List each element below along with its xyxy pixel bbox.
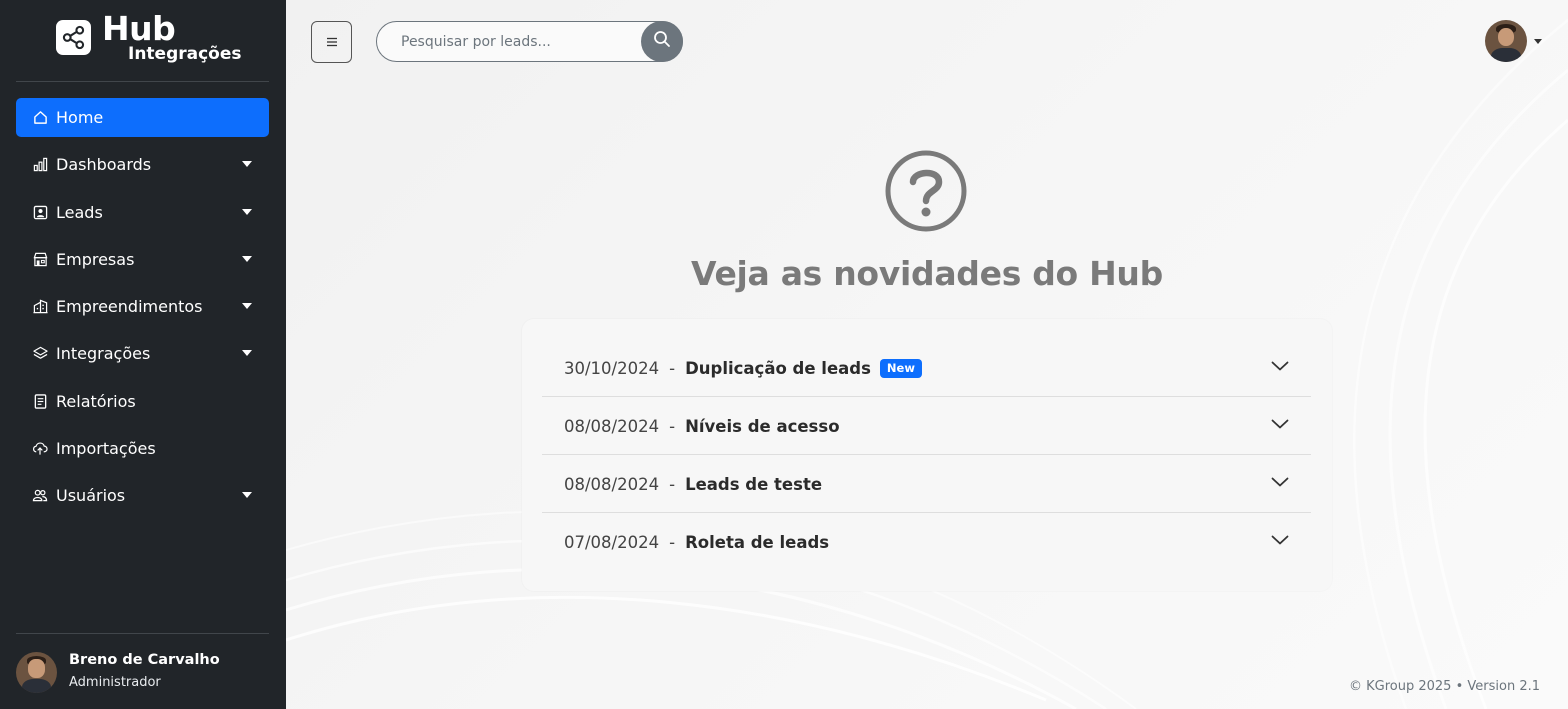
share-nodes-icon <box>56 20 91 55</box>
news-title: Duplicação de leads <box>685 358 871 378</box>
news-title: Leads de teste <box>685 474 823 494</box>
page-title: Veja as novidades do Hub <box>691 254 1163 293</box>
sidebar-item-label: Usuários <box>56 486 126 506</box>
document-icon <box>32 393 48 409</box>
accordion-item[interactable]: 08/08/2024 - Níveis de acesso <box>542 397 1311 455</box>
news-title: Níveis de acesso <box>685 416 840 436</box>
brand[interactable]: Hub Integrações <box>56 10 256 66</box>
divider <box>16 633 269 634</box>
news-title: Roleta de leads <box>685 532 830 552</box>
chevron-down-icon <box>1271 535 1289 545</box>
user-role: Administrador <box>69 675 161 690</box>
sidebar-item-integracoes[interactable]: Integrações <box>16 334 269 373</box>
news-date: 30/10/2024 <box>564 358 660 378</box>
sidebar-item-usuarios[interactable]: Usuários <box>16 476 269 515</box>
sidebar-item-label: Relatórios <box>56 391 136 411</box>
news-date: 08/08/2024 <box>564 474 660 494</box>
sidebar-item-importacoes[interactable]: Importações <box>16 429 269 468</box>
user-profile[interactable]: Breno de Carvalho Administrador <box>16 650 269 696</box>
caret-down-icon <box>242 255 252 262</box>
avatar <box>16 652 57 693</box>
news-separator: - <box>669 474 676 494</box>
caret-down-icon <box>242 350 252 357</box>
sidebar-item-label: Importações <box>56 439 156 459</box>
sidebar-item-home[interactable]: Home <box>16 98 269 137</box>
people-icon <box>32 488 48 504</box>
sidebar-item-label: Empresas <box>56 249 135 269</box>
sidebar-item-label: Home <box>56 108 104 127</box>
news-date: 07/08/2024 <box>564 532 660 552</box>
question-circle-icon <box>884 149 968 233</box>
footer-text: © KGroup 2025 • Version 2.1 <box>1349 679 1540 694</box>
news-separator: - <box>669 416 676 436</box>
sidebar-item-leads[interactable]: Leads <box>16 193 269 232</box>
divider <box>16 81 269 82</box>
search-icon <box>653 30 671 52</box>
user-name: Breno de Carvalho <box>69 652 220 668</box>
news-separator: - <box>669 358 676 378</box>
hamburger-menu-button[interactable] <box>311 21 352 63</box>
chevron-down-icon <box>1271 477 1289 487</box>
news-accordion: 30/10/2024 - Duplicação de leads New 08/… <box>522 319 1332 591</box>
search-button[interactable] <box>641 20 683 62</box>
sidebar: Hub Integrações Home Dashboards Leads Em… <box>0 0 286 709</box>
sidebar-item-empresas[interactable]: Empresas <box>16 240 269 279</box>
chevron-down-icon <box>1271 361 1289 371</box>
sidebar-nav: Home Dashboards Leads Empresas Empreendi… <box>16 98 269 524</box>
caret-down-icon <box>242 303 252 310</box>
sidebar-item-label: Empreendimentos <box>56 297 203 317</box>
news-date: 08/08/2024 <box>564 416 660 436</box>
search-bar <box>376 20 683 62</box>
brand-title: Hub <box>102 9 176 48</box>
caret-down-icon <box>242 161 252 168</box>
main-content: Veja as novidades do Hub 30/10/2024 - Du… <box>286 0 1568 709</box>
buildings-icon <box>32 299 48 315</box>
shop-icon <box>32 251 48 267</box>
new-badge: New <box>879 358 922 378</box>
sidebar-item-label: Leads <box>56 202 103 222</box>
caret-down-icon <box>242 208 252 215</box>
cloud-upload-icon <box>32 441 48 457</box>
sidebar-item-relatorios[interactable]: Relatórios <box>16 382 269 421</box>
caret-down-icon <box>242 492 252 499</box>
person-badge-icon <box>32 204 48 220</box>
caret-down-icon[interactable] <box>1534 39 1542 44</box>
home-icon <box>32 110 48 126</box>
hamburger-menu-icon <box>326 35 338 50</box>
chevron-down-icon <box>1271 419 1289 429</box>
sidebar-item-label: Dashboards <box>56 155 152 175</box>
accordion-item[interactable]: 08/08/2024 - Leads de teste <box>542 455 1311 513</box>
bar-chart-icon <box>32 157 48 173</box>
sidebar-item-empreendimentos[interactable]: Empreendimentos <box>16 287 269 326</box>
sidebar-item-dashboards[interactable]: Dashboards <box>16 145 269 184</box>
sidebar-item-label: Integrações <box>56 344 151 364</box>
user-avatar-button[interactable] <box>1485 20 1527 62</box>
search-input[interactable] <box>401 31 631 53</box>
news-separator: - <box>669 532 676 552</box>
accordion-item[interactable]: 07/08/2024 - Roleta de leads <box>542 513 1311 571</box>
layers-icon <box>32 346 48 362</box>
accordion-item[interactable]: 30/10/2024 - Duplicação de leads New <box>542 339 1311 397</box>
brand-subtitle: Integrações <box>128 44 242 64</box>
